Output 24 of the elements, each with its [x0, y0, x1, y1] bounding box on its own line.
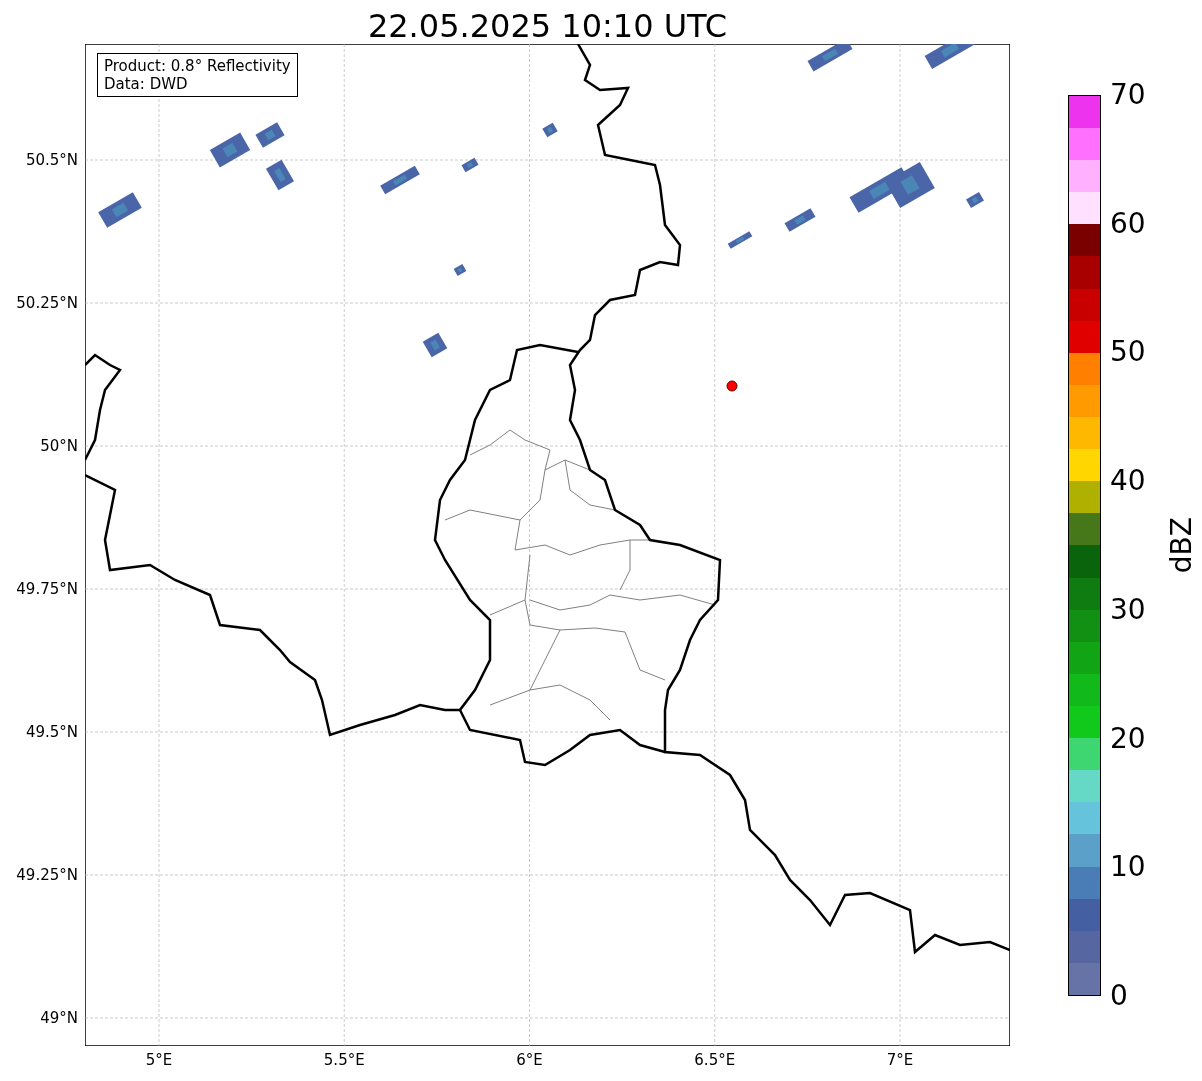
legend-text: Data: DWD: [104, 75, 189, 93]
y-tick-label: 49.75°N: [16, 580, 78, 598]
colorbar-tick-label: 0: [1110, 980, 1128, 1012]
colorbar-label: dBZ: [1166, 517, 1198, 574]
x-tick-label: 7°E: [885, 1051, 915, 1069]
x-tick-label: 6.5°E: [693, 1051, 737, 1069]
y-tick-label: 50°N: [40, 437, 78, 455]
y-tick-label: 49.5°N: [25, 723, 78, 741]
y-tick-label: 49°N: [40, 1009, 78, 1027]
y-tick-label: 50.5°N: [25, 151, 78, 169]
y-tick-label: 49.25°N: [16, 866, 78, 884]
colorbar-tick-label: 30: [1110, 593, 1146, 626]
colorbar-tick-label: 40: [1110, 465, 1146, 498]
colorbar-tick-label: 50: [1110, 336, 1146, 369]
colorbar-tick-label: 10: [1110, 851, 1146, 884]
x-tick-label: 5.5°E: [322, 1051, 366, 1069]
x-tick-label: 6°E: [515, 1051, 544, 1069]
colorbar-tick-label: 70: [1110, 79, 1146, 111]
legend-text: Product: 0.8° Reflectivity: [104, 57, 291, 75]
x-tick-label: 5°E: [144, 1051, 174, 1069]
colorbar-tick-label: 60: [1110, 207, 1146, 240]
y-tick-label: 50.25°N: [16, 294, 78, 312]
colorbar-tick-label: 20: [1110, 722, 1146, 755]
chart-title: 22.05.2025 10:10 UTC: [366, 6, 729, 47]
